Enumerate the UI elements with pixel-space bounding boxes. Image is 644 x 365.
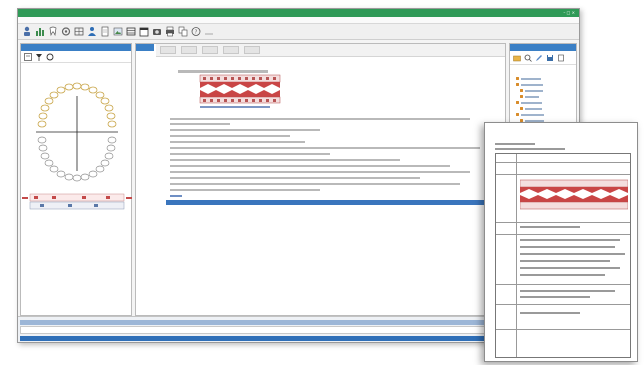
pane-header [136, 44, 154, 51]
tab[interactable] [160, 46, 176, 54]
report-tooth-chart [520, 179, 628, 210]
edit-icon[interactable] [535, 54, 543, 62]
note-text [170, 118, 470, 120]
dental-chart-pane [20, 43, 132, 316]
note-text [170, 171, 470, 173]
folder-icon [520, 107, 523, 110]
folder-icon [516, 101, 519, 104]
tree-item[interactable] [520, 95, 539, 98]
svg-text:?: ? [195, 30, 198, 36]
user-icon[interactable] [87, 26, 97, 37]
folder-icon [520, 89, 523, 92]
note-text [170, 141, 305, 143]
tooth-record-strip [170, 68, 340, 112]
search-icon[interactable] [524, 54, 532, 62]
print-icon[interactable] [165, 26, 175, 37]
printed-report [484, 122, 638, 362]
image-icon[interactable] [113, 26, 123, 37]
note-text [170, 123, 230, 125]
tree-item[interactable] [516, 113, 544, 116]
tree-item[interactable] [516, 83, 543, 86]
settings-icon[interactable] [61, 26, 71, 37]
save-icon[interactable] [546, 54, 554, 62]
note-text [170, 135, 290, 137]
chart-icon[interactable] [35, 26, 45, 37]
report-line [495, 148, 565, 150]
tab[interactable] [223, 46, 239, 54]
note-text [170, 159, 400, 161]
tree-item[interactable] [516, 77, 541, 80]
note-text [170, 129, 320, 131]
note-icon[interactable] [204, 26, 214, 37]
folder-icon [516, 83, 519, 86]
note-text [170, 189, 320, 191]
dental-arch-diagram [22, 82, 132, 210]
note-text [170, 165, 450, 167]
document-icon[interactable] [100, 26, 110, 37]
main-toolbar: ? [18, 24, 579, 40]
note-text [170, 195, 182, 197]
pane-toolbar [21, 51, 131, 63]
window-controls[interactable]: – □ × [563, 10, 575, 16]
notes-tabs [156, 44, 505, 57]
report-line [495, 143, 535, 145]
tab[interactable] [181, 46, 197, 54]
grid-icon[interactable] [74, 26, 84, 37]
pane-header [510, 44, 576, 51]
calendar-icon[interactable] [139, 26, 149, 37]
note-text [170, 153, 330, 155]
tooth-icon[interactable] [48, 26, 58, 37]
tree-item[interactable] [520, 107, 542, 110]
tab[interactable] [202, 46, 218, 54]
help-icon[interactable]: ? [191, 26, 201, 37]
pane-toolbar [510, 51, 576, 65]
folder-icon[interactable] [513, 54, 521, 62]
camera-icon[interactable] [152, 26, 162, 37]
notes-content [136, 66, 505, 315]
copy-icon[interactable] [178, 26, 188, 37]
rotate-icon[interactable] [46, 53, 54, 61]
pane-header [21, 44, 131, 51]
tab[interactable] [244, 46, 260, 54]
folder-icon [520, 95, 523, 98]
tree-item[interactable] [520, 89, 543, 92]
folder-icon [516, 77, 519, 80]
person-icon[interactable] [22, 26, 32, 37]
clipboard-icon[interactable] [557, 54, 565, 62]
folder-icon [516, 113, 519, 116]
filter-icon[interactable] [24, 52, 32, 61]
notes-footer-bar[interactable] [166, 200, 502, 205]
table-icon[interactable] [126, 26, 136, 37]
menu-bar [18, 17, 579, 24]
flag-icon[interactable] [35, 53, 43, 61]
note-text [170, 183, 460, 185]
note-text [170, 177, 420, 179]
tree-item[interactable] [516, 101, 542, 104]
notes-pane [135, 43, 506, 316]
title-bar: – □ × [18, 9, 579, 17]
report-table [495, 153, 631, 358]
note-text [170, 147, 480, 149]
